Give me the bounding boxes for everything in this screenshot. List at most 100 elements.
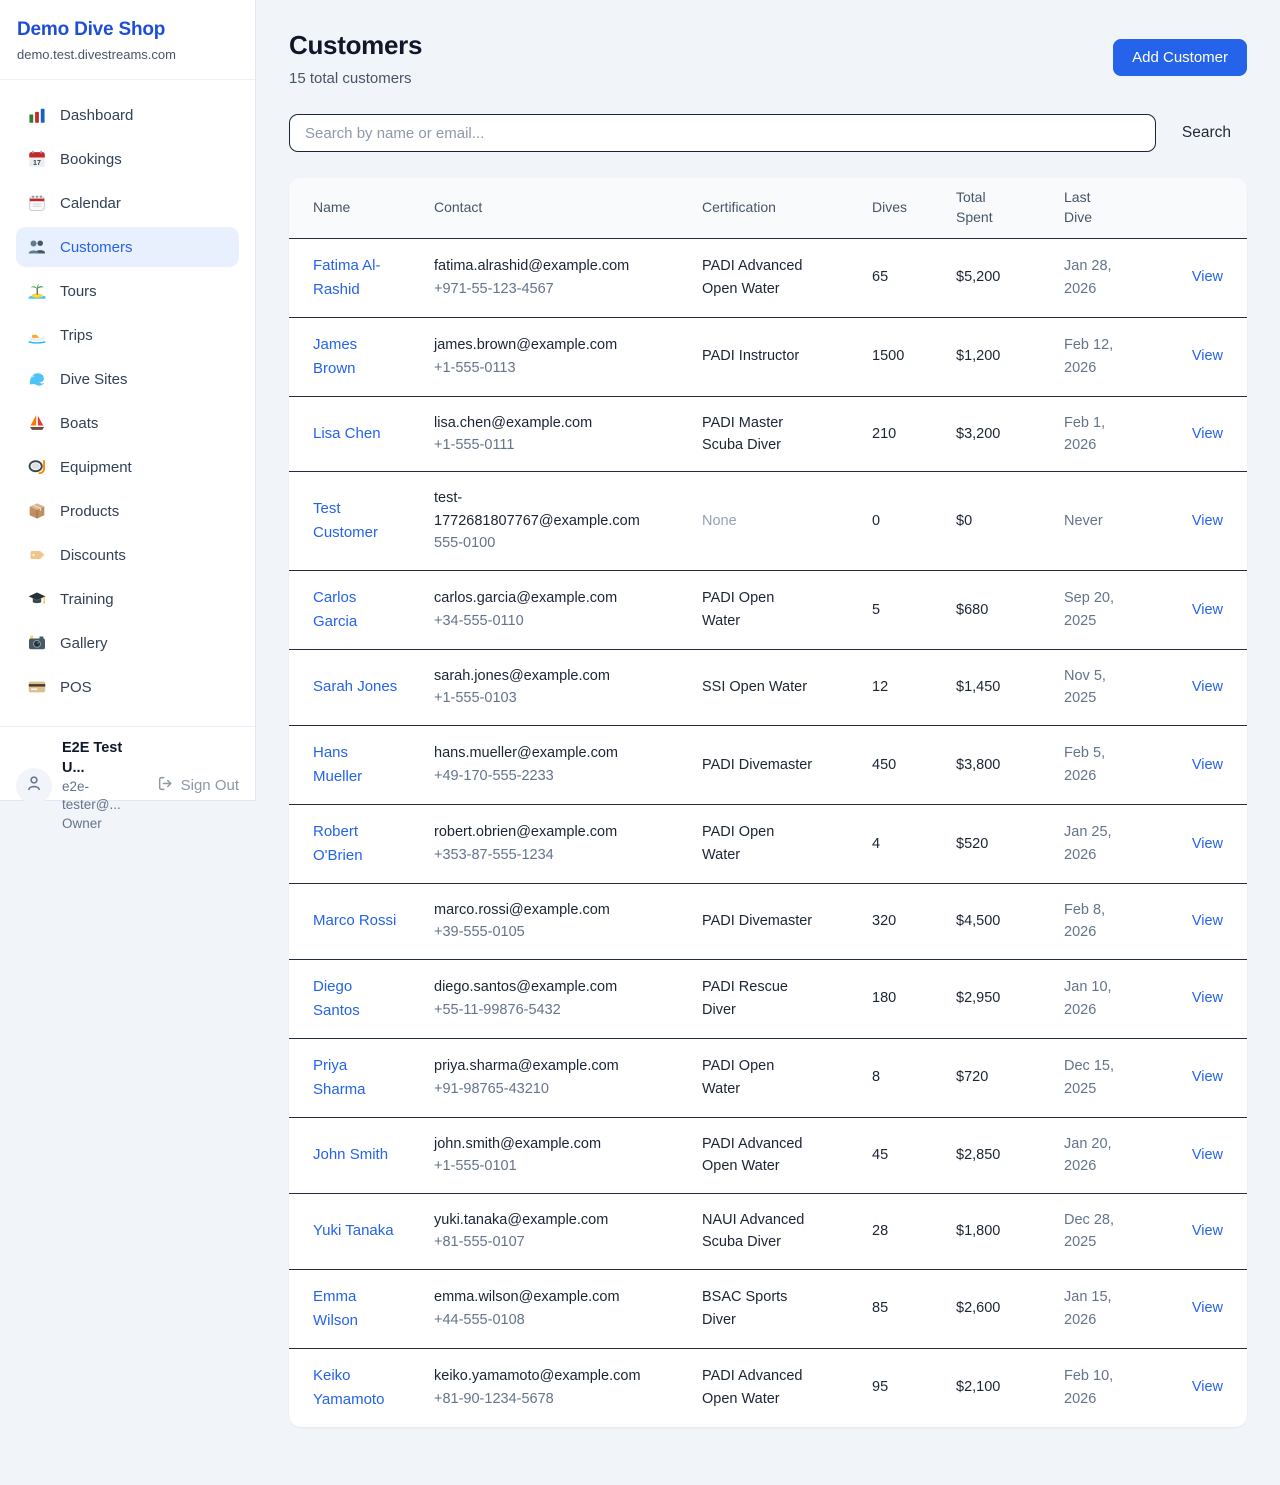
customer-name-link[interactable]: Sarah Jones <box>313 675 397 699</box>
person-icon <box>24 773 44 798</box>
view-link[interactable]: View <box>1192 836 1223 852</box>
sidebar-item-boats[interactable]: Boats <box>16 403 239 443</box>
view-link[interactable]: View <box>1192 757 1223 773</box>
customer-phone: 555-0100 <box>434 532 690 554</box>
view-link[interactable]: View <box>1192 1300 1223 1316</box>
view-link[interactable]: View <box>1192 348 1223 364</box>
customer-total-spent: $0 <box>956 472 1064 570</box>
user-role: Owner <box>62 815 147 833</box>
customer-name-link[interactable]: Carlos Garcia <box>313 586 399 634</box>
sidebar-item-dashboard[interactable]: Dashboard <box>16 95 239 135</box>
customer-name-link[interactable]: Yuki Tanaka <box>313 1219 394 1243</box>
customer-certification: PADI Advanced Open Water <box>702 255 814 300</box>
view-link[interactable]: View <box>1192 513 1223 529</box>
customer-email: carlos.garcia@example.com <box>434 587 649 609</box>
view-link[interactable]: View <box>1192 1223 1223 1239</box>
sign-out-button[interactable]: Sign Out <box>157 775 239 796</box>
sidebar-item-equipment[interactable]: Equipment <box>16 447 239 487</box>
column-header-contact: Contact <box>434 178 702 238</box>
people-icon <box>27 237 47 257</box>
user-info: E2E Test U... e2e-tester@... Owner <box>62 739 147 833</box>
view-link[interactable]: View <box>1192 602 1223 618</box>
sidebar-item-gallery[interactable]: Gallery <box>16 623 239 663</box>
calendar-icon: 17 <box>27 149 47 169</box>
avatar <box>16 768 52 804</box>
customer-dives: 65 <box>872 238 956 317</box>
sidebar-item-trips[interactable]: Trips <box>16 315 239 355</box>
brand-domain: demo.test.divestreams.com <box>17 47 238 62</box>
customer-certification: PADI Rescue Diver <box>702 976 814 1021</box>
search-input[interactable] <box>289 114 1156 152</box>
customer-last-dive: Dec 15, 2025 <box>1064 1055 1126 1100</box>
island-icon <box>27 281 47 301</box>
customer-dives: 210 <box>872 396 956 472</box>
customer-dives: 180 <box>872 959 956 1038</box>
customer-name-link[interactable]: James Brown <box>313 333 399 381</box>
customer-name-link[interactable]: Lisa Chen <box>313 422 381 446</box>
customer-total-spent: $1,450 <box>956 649 1064 725</box>
customer-phone: +55-11-99876-5432 <box>434 999 690 1021</box>
customer-email: yuki.tanaka@example.com <box>434 1209 649 1231</box>
sidebar-item-pos[interactable]: POS <box>16 667 239 707</box>
customer-last-dive: Jan 10, 2026 <box>1064 976 1126 1021</box>
customer-name-link[interactable]: Keiko Yamamoto <box>313 1364 399 1412</box>
customer-email: james.brown@example.com <box>434 334 649 356</box>
table-row: Diego Santos diego.santos@example.com +5… <box>289 959 1247 1038</box>
customer-dives: 28 <box>872 1193 956 1269</box>
sidebar-item-calendar[interactable]: Calendar <box>16 183 239 223</box>
sidebar-item-tours[interactable]: Tours <box>16 271 239 311</box>
customer-certification: PADI Open Water <box>702 1055 814 1100</box>
customer-dives: 1500 <box>872 317 956 396</box>
camera-icon <box>27 633 47 653</box>
wave-icon <box>27 369 47 389</box>
customer-name-link[interactable]: Test Customer <box>313 497 399 545</box>
sidebar-item-dive-sites[interactable]: Dive Sites <box>16 359 239 399</box>
view-link[interactable]: View <box>1192 990 1223 1006</box>
customer-certification: NAUI Advanced Scuba Diver <box>702 1209 814 1254</box>
view-link[interactable]: View <box>1192 426 1223 442</box>
customer-phone: +1-555-0111 <box>434 434 690 456</box>
view-link[interactable]: View <box>1192 1147 1223 1163</box>
customer-name-link[interactable]: Emma Wilson <box>313 1285 399 1333</box>
table-row: Keiko Yamamoto keiko.yamamoto@example.co… <box>289 1348 1247 1427</box>
customer-email: john.smith@example.com <box>434 1133 649 1155</box>
customer-last-dive: Feb 12, 2026 <box>1064 334 1126 379</box>
customer-total-spent: $1,800 <box>956 1193 1064 1269</box>
customer-name-link[interactable]: Hans Mueller <box>313 741 399 789</box>
customer-certification: None <box>702 510 737 532</box>
add-customer-button[interactable]: Add Customer <box>1113 39 1247 76</box>
customer-phone: +39-555-0105 <box>434 921 690 943</box>
customer-name-link[interactable]: Priya Sharma <box>313 1054 399 1102</box>
customer-total-spent: $4,500 <box>956 883 1064 959</box>
customer-phone: +81-90-1234-5678 <box>434 1388 690 1410</box>
customers-table-card: NameContactCertificationDivesTotal Spent… <box>289 178 1247 1427</box>
graduation-cap-icon <box>27 589 47 609</box>
sign-out-label: Sign Out <box>181 777 239 794</box>
customer-name-link[interactable]: John Smith <box>313 1143 388 1167</box>
search-button[interactable]: Search <box>1182 124 1231 142</box>
customer-certification: PADI Divemaster <box>702 754 812 776</box>
customer-total-spent: $520 <box>956 804 1064 883</box>
view-link[interactable]: View <box>1192 1069 1223 1085</box>
customer-name-link[interactable]: Fatima Al-Rashid <box>313 254 399 302</box>
sidebar-item-bookings[interactable]: 17 Bookings <box>16 139 239 179</box>
table-row: Hans Mueller hans.mueller@example.com +4… <box>289 725 1247 804</box>
customer-name-link[interactable]: Robert O'Brien <box>313 820 399 868</box>
diving-mask-icon <box>27 457 47 477</box>
customer-total-spent: $2,850 <box>956 1117 1064 1193</box>
view-link[interactable]: View <box>1192 913 1223 929</box>
bar-chart-icon <box>27 105 47 125</box>
customer-name-link[interactable]: Marco Rossi <box>313 909 396 933</box>
sidebar-item-discounts[interactable]: Discounts <box>16 535 239 575</box>
view-link[interactable]: View <box>1192 1379 1223 1395</box>
customer-name-link[interactable]: Diego Santos <box>313 975 399 1023</box>
view-link[interactable]: View <box>1192 679 1223 695</box>
sidebar-item-products[interactable]: Products <box>16 491 239 531</box>
sidebar-item-customers[interactable]: Customers <box>16 227 239 267</box>
sidebar-item-training[interactable]: Training <box>16 579 239 619</box>
view-link[interactable]: View <box>1192 269 1223 285</box>
tag-icon <box>27 545 47 565</box>
customer-email: priya.sharma@example.com <box>434 1055 649 1077</box>
table-row: Fatima Al-Rashid fatima.alrashid@example… <box>289 238 1247 317</box>
customer-phone: +1-555-0103 <box>434 687 690 709</box>
